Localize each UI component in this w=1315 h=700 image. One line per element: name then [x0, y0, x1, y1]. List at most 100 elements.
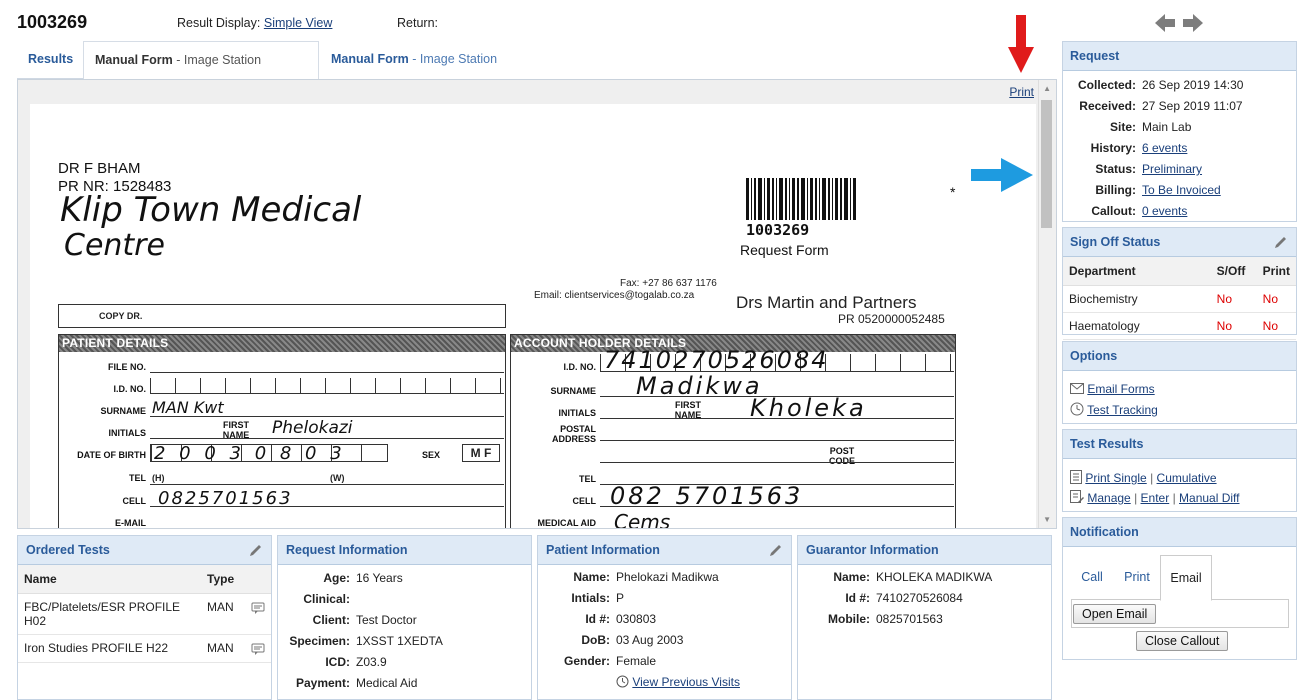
label-account-surname: SURNAME — [550, 386, 596, 396]
notification-header: Notification — [1063, 518, 1296, 547]
column-header-department: Department — [1063, 257, 1211, 286]
print-status: No — [1256, 285, 1296, 313]
request-form-label: Request Form — [740, 242, 829, 258]
field-specimen: Specimen: 1XSST 1XEDTA — [289, 634, 443, 648]
tab-manual-form-1[interactable]: Manual Form - Image Station — [83, 41, 319, 79]
rule — [150, 372, 504, 373]
comment-icon[interactable] — [251, 602, 265, 615]
label-account-id-no: I.D. NO. — [563, 362, 596, 372]
test-results-print-row: Print Single | Cumulative — [1070, 470, 1217, 485]
form-fax: Fax: +27 86 637 1176 — [620, 278, 717, 289]
edit-pencil-icon[interactable] — [1274, 235, 1288, 249]
enter-link[interactable]: Enter — [1141, 491, 1170, 505]
print-single-link[interactable]: Print Single — [1085, 471, 1146, 485]
lab-partner: Drs Martin and Partners — [736, 293, 917, 312]
department-name: Haematology — [1063, 312, 1211, 340]
label-account-tel: TEL — [579, 474, 596, 484]
patient-cell-handwriting: 0825701563 — [158, 488, 293, 509]
view-previous-visits-link[interactable]: View Previous Visits — [632, 675, 740, 689]
account-medical-aid-handwriting: Cems — [614, 510, 671, 529]
email-forms-link[interactable]: Email Forms — [1087, 382, 1154, 396]
viewer-scrollbar[interactable]: ▲ ▼ — [1038, 80, 1056, 528]
edit-pencil-icon[interactable] — [249, 543, 263, 557]
soff-status: No — [1210, 312, 1257, 340]
asterisk-mark: * — [950, 184, 956, 200]
tab-results[interactable]: Results — [17, 41, 83, 79]
viewer-print-link[interactable]: Print — [1009, 85, 1034, 99]
simple-view-link[interactable]: Simple View — [264, 16, 333, 30]
history-icon — [616, 675, 629, 688]
history-link[interactable]: 6 events — [1142, 141, 1187, 155]
field-received: Received: 27 Sep 2019 11:07 — [1079, 99, 1243, 113]
patient-surname-handwriting: MAN Kwt — [152, 398, 224, 417]
clock-icon — [1070, 402, 1084, 416]
test-type: MAN — [207, 641, 234, 655]
status-link[interactable]: Preliminary — [1142, 162, 1202, 176]
column-header-name: Name — [18, 565, 201, 594]
test-tracking-option[interactable]: Test Tracking — [1070, 402, 1158, 417]
view-previous-visits[interactable]: View Previous Visits — [616, 675, 740, 689]
field-status: Status: Preliminary — [1095, 162, 1203, 176]
request-id: 1003269 — [17, 12, 88, 32]
nav-arrows — [1153, 12, 1205, 37]
soff-status: No — [1210, 285, 1257, 313]
manual-diff-link[interactable]: Manual Diff — [1179, 491, 1239, 505]
account-surname-handwriting: Madikwa — [636, 372, 763, 400]
options-panel: Options Email Forms Test Tracking — [1062, 341, 1297, 424]
form-email: Email: clientservices@togalab.co.za — [534, 290, 695, 301]
scroll-thumb[interactable] — [1041, 100, 1052, 228]
copy-dr-box: COPY DR. — [58, 304, 506, 328]
field-collected: Collected: 26 Sep 2019 14:30 — [1077, 78, 1244, 92]
scroll-down-icon[interactable]: ▼ — [1043, 515, 1051, 524]
guarantor-information-panel: Guarantor Information Name: KHOLEKA MADIK… — [797, 535, 1052, 700]
tab-email[interactable]: Email — [1160, 555, 1212, 601]
back-arrow-icon[interactable] — [1155, 14, 1175, 32]
comment-icon[interactable] — [251, 643, 265, 656]
document-viewer[interactable]: Print DR F BHAM PR NR: 1528483 Klip Town… — [17, 79, 1057, 529]
column-header-soff: S/Off — [1210, 257, 1257, 286]
tab-call[interactable]: Call — [1071, 555, 1113, 600]
forward-arrow-icon[interactable] — [1183, 14, 1203, 32]
result-display: Result Display: Simple View — [177, 16, 332, 30]
label-surname: SURNAME — [100, 406, 146, 416]
document-icon — [1070, 470, 1082, 484]
ordered-tests-table: Name Type FBC/Platelets/ESR PROFILE H02 … — [18, 565, 271, 663]
table-row[interactable]: Iron Studies PROFILE H22 MAN — [18, 634, 271, 663]
tab-manual-form-2[interactable]: Manual Form - Image Station — [320, 41, 560, 79]
column-header-type: Type — [201, 565, 271, 594]
rule — [600, 440, 954, 441]
open-email-button[interactable]: Open Email — [1073, 604, 1157, 624]
id-boxes — [150, 378, 504, 394]
test-results-header: Test Results — [1063, 430, 1296, 459]
field-clinical: Clinical: — [303, 592, 350, 606]
cumulative-link[interactable]: Cumulative — [1157, 471, 1217, 485]
edit-pencil-icon[interactable] — [769, 543, 783, 557]
form-doctor: DR F BHAM — [58, 160, 141, 177]
field-age: Age: 16 Years — [323, 571, 403, 585]
blue-right-arrow-icon — [971, 158, 1033, 195]
patient-information-panel: Patient Information Name: Phelokazi Madik… — [537, 535, 792, 700]
barcode — [746, 178, 858, 223]
email-forms-option[interactable]: Email Forms — [1070, 382, 1155, 396]
close-callout-button[interactable]: Close Callout — [1136, 631, 1229, 651]
patient-sex-box: M F — [462, 444, 500, 462]
scroll-up-icon[interactable]: ▲ — [1043, 84, 1051, 93]
notification-panel: Notification Call Print Email Open Email… — [1062, 517, 1297, 660]
test-results-panel: Test Results Print Single | Cumulative M… — [1062, 429, 1297, 512]
callout-link[interactable]: 0 events — [1142, 204, 1187, 218]
label-tel-h: (H) — [152, 473, 165, 483]
manage-link[interactable]: Manage — [1087, 491, 1130, 505]
ordered-tests-title: Ordered Tests — [26, 543, 110, 557]
ordered-tests-panel: Ordered Tests Name Type FBC/Platelets/ES… — [17, 535, 272, 700]
test-results-manage-row: Manage | Enter | Manual Diff — [1070, 490, 1240, 505]
table-row[interactable]: FBC/Platelets/ESR PROFILE H02 MAN — [18, 593, 271, 635]
label-initials: INITIALS — [108, 428, 147, 438]
request-panel: Request Collected: 26 Sep 2019 14:30 Rece… — [1062, 41, 1297, 222]
scanned-request-form: DR F BHAM PR NR: 1528483 Klip Town Medic… — [30, 104, 1036, 529]
billing-link[interactable]: To Be Invoiced — [1142, 183, 1221, 197]
sign-off-status-panel: Sign Off Status Department S/Off Print B… — [1062, 227, 1297, 340]
form-practice-handwriting-2: Centre — [64, 228, 165, 263]
tab-print[interactable]: Print — [1117, 555, 1157, 600]
test-tracking-link[interactable]: Test Tracking — [1087, 403, 1158, 417]
ordered-tests-header: Ordered Tests — [18, 536, 271, 565]
